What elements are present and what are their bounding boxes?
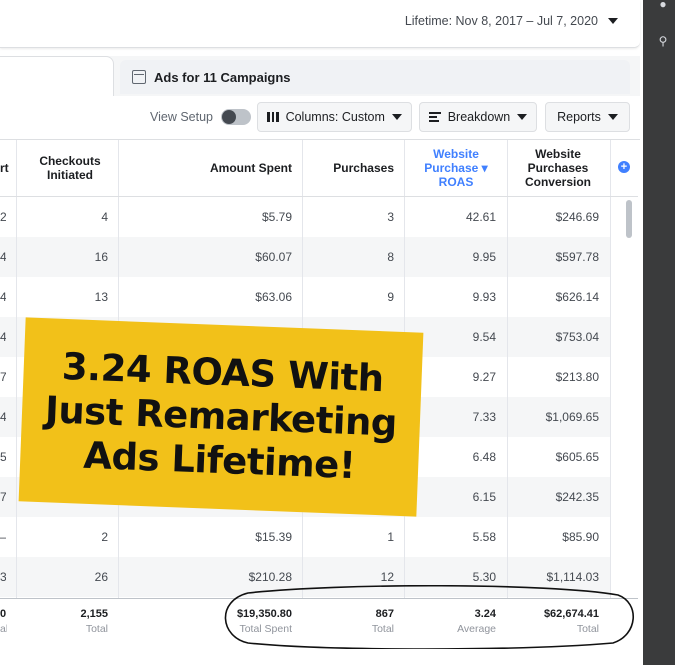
chevron-down-icon: [608, 18, 618, 24]
date-range-picker[interactable]: Lifetime: Nov 8, 2017 – Jul 7, 2020: [405, 14, 618, 28]
breakdown-icon: [428, 112, 441, 122]
cell-roas: 9.93: [472, 290, 496, 304]
columns-label: Columns: Custom: [285, 110, 385, 124]
tab-active[interactable]: [0, 56, 114, 100]
view-setup[interactable]: View Setup: [150, 109, 252, 125]
tab-ads-label: Ads for 11 Campaigns: [154, 69, 291, 85]
cell-purchases: 8: [387, 250, 394, 264]
cell-purchases: 3: [387, 210, 394, 224]
cell-roas: 42.61: [465, 210, 496, 224]
cell-checkouts: 2: [101, 530, 108, 544]
cell-checkouts: 13: [94, 290, 108, 304]
cell-conversion: $605.65: [555, 450, 599, 464]
columns-button[interactable]: Columns: Custom: [257, 102, 412, 132]
date-range-label: Lifetime: Nov 8, 2017 – Jul 7, 2020: [404, 14, 598, 28]
table-row[interactable]: 2 4 $5.79 3 42.61 $246.69: [0, 197, 610, 237]
cell-partial: 4: [0, 290, 6, 304]
cell-roas: 5.30: [472, 570, 496, 584]
toggle-knob: [222, 110, 237, 124]
cell-partial: 4: [0, 330, 6, 344]
column-header-checkouts[interactable]: Checkouts Initiated: [30, 140, 110, 196]
right-rail: [643, 0, 675, 665]
cell-conversion: $242.35: [555, 490, 599, 504]
cell-roas: 9.54: [472, 330, 496, 344]
tab-ads[interactable]: Ads for 11 Campaigns: [120, 60, 630, 94]
chevron-down-icon: [517, 114, 528, 120]
cell-partial: 3: [0, 570, 6, 584]
column-header-partial[interactable]: rt: [0, 140, 16, 196]
total-partial-label: al: [0, 623, 7, 635]
cell-checkouts: 16: [94, 250, 108, 264]
banner-text: 3.24 ROAS With Just Remarketing Ads Life…: [43, 344, 400, 489]
column-header-roas[interactable]: Website Purchase ▾ ROAS: [412, 140, 500, 196]
reports-button[interactable]: Reports: [545, 102, 630, 132]
cell-purchases: 12: [380, 570, 394, 584]
cell-amount: $210.28: [248, 570, 292, 584]
cell-conversion: $246.69: [555, 210, 599, 224]
toolbar: View Setup Columns: Custom Breakdown Rep…: [0, 96, 640, 140]
cell-conversion: $753.04: [555, 330, 599, 344]
cell-amount: $60.07: [255, 250, 292, 264]
cell-conversion: $213.80: [555, 370, 599, 384]
cell-amount: $63.06: [255, 290, 292, 304]
promo-banner: 3.24 ROAS With Just Remarketing Ads Life…: [18, 317, 424, 517]
top-panel: Lifetime: Nov 8, 2017 – Jul 7, 2020: [0, 0, 640, 48]
clock-icon[interactable]: ●: [656, 0, 670, 11]
cell-checkouts: 26: [94, 570, 108, 584]
column-header-purchases[interactable]: Purchases: [310, 140, 394, 196]
cell-roas: 9.27: [472, 370, 496, 384]
cell-roas: 9.95: [472, 250, 496, 264]
cell-checkouts: 4: [101, 210, 108, 224]
cell-amount: $5.79: [261, 210, 292, 224]
cell-partial: 7: [0, 370, 6, 384]
cell-roas: 5.58: [472, 530, 496, 544]
cell-conversion: $597.78: [555, 250, 599, 264]
cell-conversion: $85.90: [562, 530, 599, 544]
table-row[interactable]: – 2 $15.39 1 5.58 $85.90: [0, 517, 610, 557]
reports-label: Reports: [557, 110, 601, 124]
cell-roas: 6.48: [472, 450, 496, 464]
cell-partial: 5: [0, 450, 6, 464]
cell-roas: 7.33: [472, 410, 496, 424]
cell-conversion: $1,114.03: [546, 570, 600, 584]
add-column-icon[interactable]: +: [618, 161, 630, 173]
columns-icon: [267, 112, 279, 122]
cell-partial: 2: [0, 210, 6, 224]
column-header-amount-spent[interactable]: Amount Spent: [130, 140, 292, 196]
breakdown-button[interactable]: Breakdown: [419, 102, 537, 132]
cell-amount: $15.39: [255, 530, 292, 544]
table-row[interactable]: 4 13 $63.06 9 9.93 $626.14: [0, 277, 610, 317]
cell-partial: 4: [0, 410, 6, 424]
chevron-down-icon: [391, 114, 402, 120]
search-icon[interactable]: ⚲: [656, 34, 670, 48]
cell-roas: 6.15: [472, 490, 496, 504]
cell-purchases: 9: [387, 290, 394, 304]
cell-partial: 7: [0, 490, 6, 504]
cell-purchases: 1: [387, 530, 394, 544]
cell-partial: 4: [0, 250, 6, 264]
breakdown-label: Breakdown: [447, 110, 511, 124]
column-header-conversion[interactable]: Website Purchases Conversion: [512, 140, 604, 196]
cell-conversion: $626.14: [555, 290, 599, 304]
cell-conversion: $1,069.65: [545, 410, 599, 424]
table-row[interactable]: 4 16 $60.07 8 9.95 $597.78: [0, 237, 610, 277]
cell-partial: –: [0, 530, 6, 544]
total-checkouts-value: 2,155: [80, 608, 108, 620]
ad-window-icon: [132, 70, 146, 84]
total-checkouts-label: Total: [85, 623, 108, 635]
total-partial-value: 0: [0, 608, 7, 620]
chevron-down-icon: [607, 114, 618, 120]
scrollbar[interactable]: [626, 200, 632, 238]
view-setup-toggle[interactable]: [221, 109, 252, 125]
highlight-ellipse: [224, 585, 634, 649]
view-setup-label: View Setup: [150, 110, 214, 124]
